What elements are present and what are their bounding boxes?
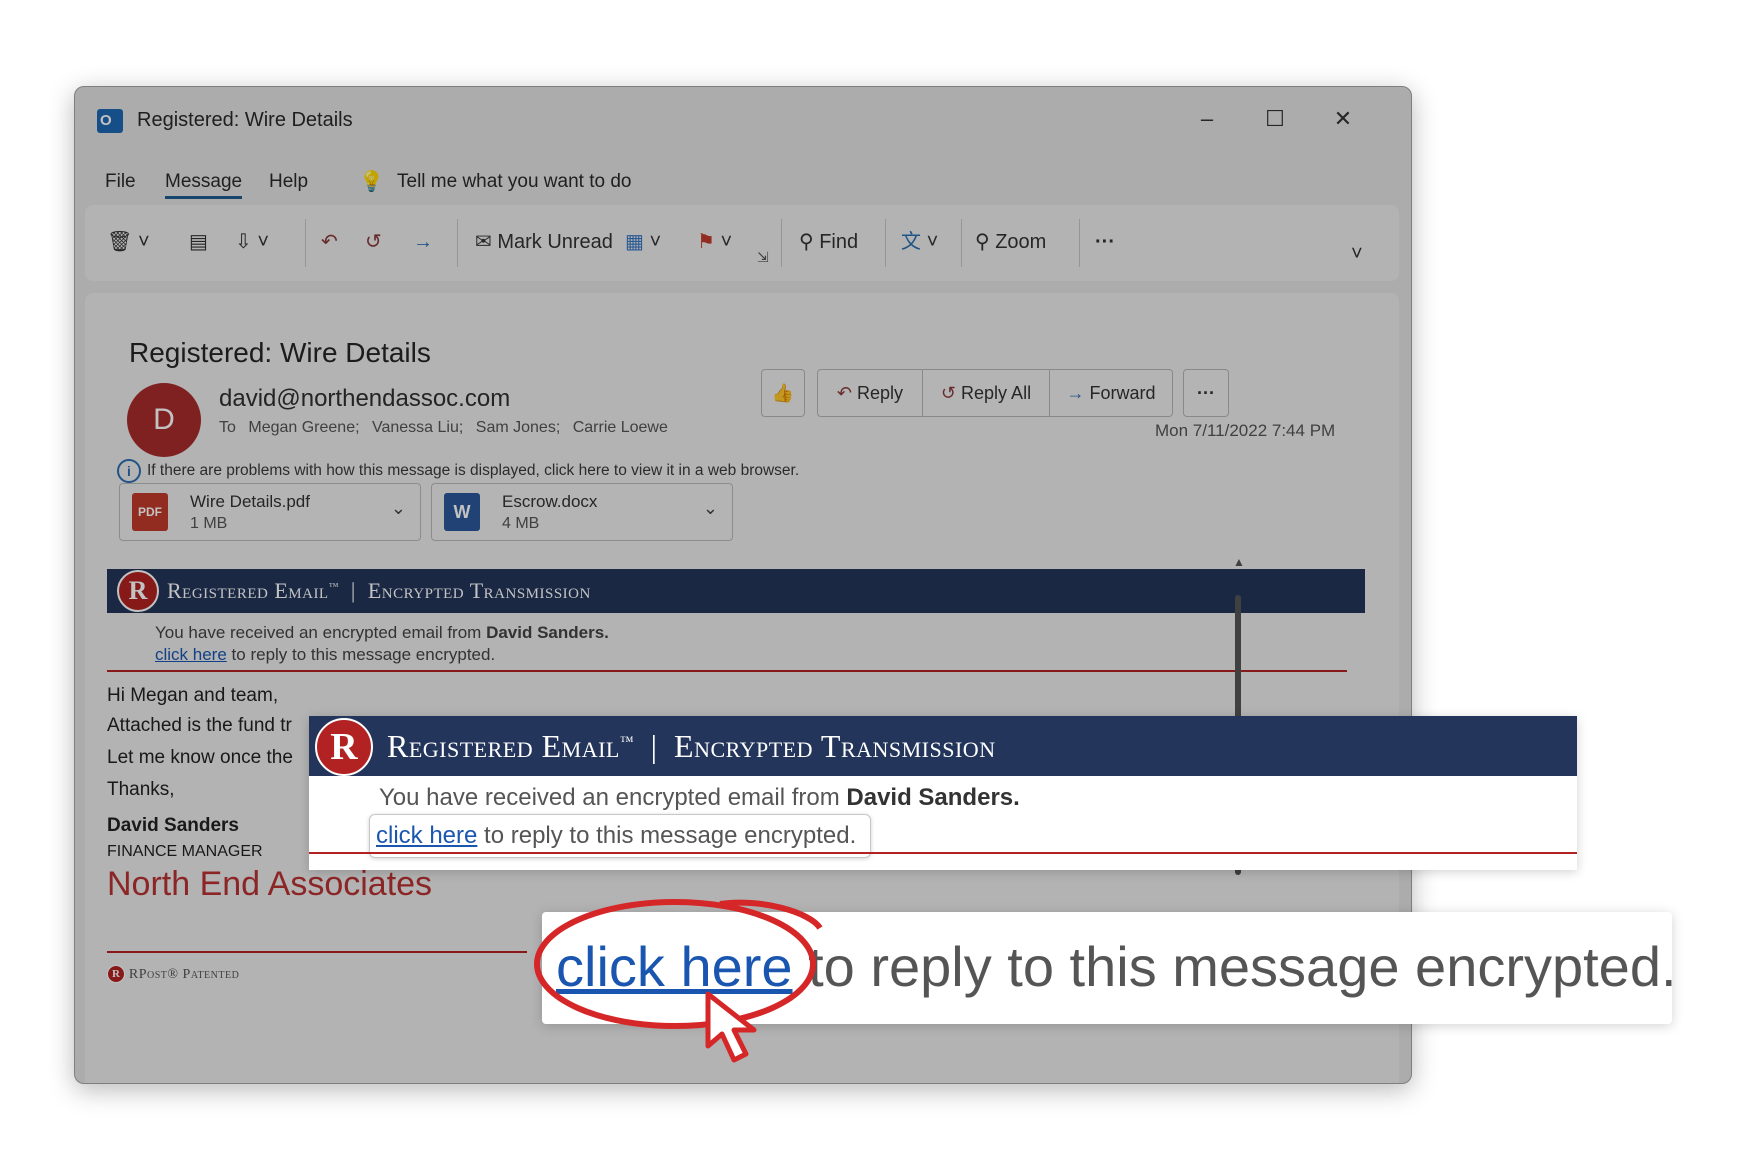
encrypted-notice: You have received an encrypted email fro…: [379, 784, 1020, 811]
cursor-icon: [705, 991, 757, 1063]
zoomed-banner-header: R Registered Email™ | Encrypted Transmis…: [309, 716, 1577, 776]
rpost-logo: R: [315, 718, 373, 776]
banner-title: Registered Email™ | Encrypted Transmissi…: [387, 728, 996, 764]
highlight-circle: [534, 899, 823, 1029]
click-here-link[interactable]: click here: [376, 822, 477, 849]
zoomed-banner-callout: R Registered Email™ | Encrypted Transmis…: [309, 716, 1577, 870]
red-divider: [309, 852, 1577, 854]
